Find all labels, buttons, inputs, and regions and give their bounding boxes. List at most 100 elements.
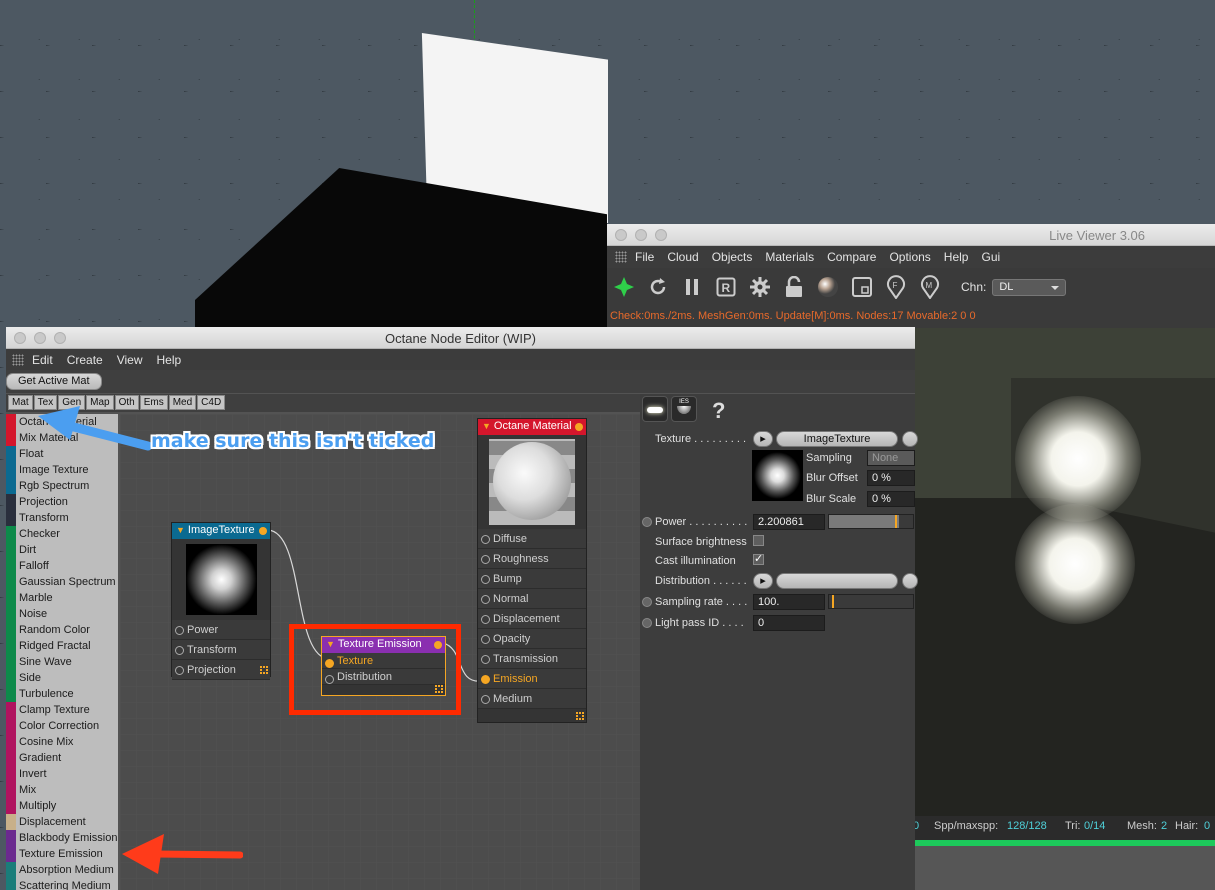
- resize-handle-icon[interactable]: [576, 712, 584, 720]
- node-list-item[interactable]: Turbulence: [6, 686, 118, 702]
- node-header[interactable]: ▼ Octane Material: [478, 419, 586, 435]
- surface-brightness-checkbox[interactable]: [753, 535, 764, 546]
- node-list-item[interactable]: Random Color: [6, 622, 118, 638]
- channel-dropdown[interactable]: DL: [992, 278, 1067, 296]
- node-list-item[interactable]: Sine Wave: [6, 654, 118, 670]
- pin-m-icon[interactable]: M: [917, 274, 943, 300]
- node-list-item[interactable]: Projection: [6, 494, 118, 510]
- node-list-item[interactable]: Noise: [6, 606, 118, 622]
- node-list-item[interactable]: Side: [6, 670, 118, 686]
- help-icon[interactable]: ?: [712, 398, 725, 424]
- distribution-link-button[interactable]: [776, 573, 898, 589]
- texture-arrow-button[interactable]: ▸: [753, 431, 773, 447]
- distribution-extra-button[interactable]: [902, 573, 918, 589]
- menu-materials[interactable]: Materials: [765, 250, 814, 264]
- node-list-item[interactable]: Rgb Spectrum: [6, 478, 118, 494]
- grip-icon[interactable]: [615, 251, 627, 263]
- resize-handle-icon[interactable]: [260, 666, 268, 674]
- light-pass-field[interactable]: 0: [753, 615, 825, 631]
- pin-f-icon[interactable]: F: [883, 274, 909, 300]
- pause-icon[interactable]: [679, 274, 705, 300]
- light-pass-anim-icon[interactable]: [642, 618, 652, 628]
- distribution-arrow-button[interactable]: ▸: [753, 573, 773, 589]
- blur-offset-field[interactable]: 0 %: [867, 470, 915, 486]
- output-port-icon[interactable]: [259, 527, 267, 535]
- sampling-rate-field[interactable]: 100.: [753, 594, 825, 610]
- cast-illumination-checkbox[interactable]: ✓: [753, 554, 764, 565]
- node-list-item[interactable]: Clamp Texture: [6, 702, 118, 718]
- menu-edit[interactable]: Edit: [32, 353, 53, 367]
- power-slider[interactable]: [828, 514, 914, 529]
- ies-light-icon[interactable]: IES: [671, 396, 697, 422]
- node-list-item[interactable]: Marble: [6, 590, 118, 606]
- menu-gui[interactable]: Gui: [981, 250, 1000, 264]
- menu-options[interactable]: Options: [889, 250, 930, 264]
- viewport-icon[interactable]: [849, 274, 875, 300]
- region-render-icon[interactable]: R: [713, 274, 739, 300]
- node-list-item[interactable]: Texture Emission: [6, 846, 118, 862]
- tab-med[interactable]: Med: [168, 395, 197, 410]
- node-list-item[interactable]: Falloff: [6, 558, 118, 574]
- sampling-rate-slider[interactable]: [828, 594, 914, 609]
- node-header[interactable]: ▼ ImageTexture: [172, 523, 270, 539]
- node-editor-titlebar[interactable]: Octane Node Editor (WIP): [6, 327, 915, 349]
- node-list-item[interactable]: Checker: [6, 526, 118, 542]
- node-list-item[interactable]: Invert: [6, 766, 118, 782]
- port-medium[interactable]: Medium: [478, 689, 586, 709]
- power-anim-icon[interactable]: [642, 517, 652, 527]
- node-list-item[interactable]: Scattering Medium: [6, 878, 118, 890]
- octane-logo-icon[interactable]: [611, 274, 637, 300]
- collapse-icon[interactable]: ▼: [176, 523, 185, 538]
- minimize-icon[interactable]: [635, 229, 647, 241]
- menu-file[interactable]: File: [635, 250, 654, 264]
- node-list-item[interactable]: Absorption Medium: [6, 862, 118, 878]
- octane-material-node[interactable]: ▼ Octane Material Diffuse Roughness Bump …: [477, 418, 587, 723]
- emission-light-icon[interactable]: [642, 396, 668, 422]
- port-displacement[interactable]: Displacement: [478, 609, 586, 629]
- image-texture-node[interactable]: ▼ ImageTexture Power Transform Projection: [171, 522, 271, 680]
- tab-c4d[interactable]: C4D: [197, 395, 226, 410]
- collapse-icon[interactable]: ▼: [482, 419, 491, 434]
- menu-create[interactable]: Create: [67, 353, 103, 367]
- tab-mat[interactable]: Mat: [8, 395, 33, 410]
- zoom-icon[interactable]: [655, 229, 667, 241]
- port-bump[interactable]: Bump: [478, 569, 586, 589]
- sampling-rate-anim-icon[interactable]: [642, 597, 652, 607]
- output-port-icon[interactable]: [575, 423, 583, 431]
- port-opacity[interactable]: Opacity: [478, 629, 586, 649]
- port-transmission[interactable]: Transmission: [478, 649, 586, 669]
- port-roughness[interactable]: Roughness: [478, 549, 586, 569]
- texture-link-button[interactable]: ImageTexture: [776, 431, 898, 447]
- node-list-item[interactable]: Color Correction: [6, 718, 118, 734]
- node-list-item[interactable]: Transform: [6, 510, 118, 526]
- menu-cloud[interactable]: Cloud: [667, 250, 698, 264]
- node-list-item[interactable]: Gradient: [6, 750, 118, 766]
- node-list-item[interactable]: Gaussian Spectrum: [6, 574, 118, 590]
- node-list-item[interactable]: Cosine Mix: [6, 734, 118, 750]
- port-diffuse[interactable]: Diffuse: [478, 529, 586, 549]
- port-projection[interactable]: Projection: [172, 660, 270, 680]
- sampling-field[interactable]: None: [867, 450, 915, 466]
- node-list-item[interactable]: Ridged Fractal: [6, 638, 118, 654]
- grip-icon[interactable]: [12, 353, 24, 366]
- close-icon[interactable]: [615, 229, 627, 241]
- menu-view[interactable]: View: [117, 353, 143, 367]
- unlock-icon[interactable]: [781, 274, 807, 300]
- texture-extra-button[interactable]: [902, 431, 918, 447]
- node-list-item[interactable]: Blackbody Emission: [6, 830, 118, 846]
- node-list-item[interactable]: Dirt: [6, 542, 118, 558]
- menu-compare[interactable]: Compare: [827, 250, 876, 264]
- live-viewer-titlebar[interactable]: Live Viewer 3.06: [607, 224, 1215, 246]
- get-active-mat-button[interactable]: Get Active Mat: [6, 373, 102, 390]
- port-power[interactable]: Power: [172, 620, 270, 640]
- blur-scale-field[interactable]: 0 %: [867, 491, 915, 507]
- port-transform[interactable]: Transform: [172, 640, 270, 660]
- port-emission[interactable]: Emission: [478, 669, 586, 689]
- node-list-item[interactable]: Mix: [6, 782, 118, 798]
- settings-gear-icon[interactable]: [747, 274, 773, 300]
- menu-help[interactable]: Help: [157, 353, 182, 367]
- node-list-item[interactable]: Displacement: [6, 814, 118, 830]
- menu-objects[interactable]: Objects: [712, 250, 753, 264]
- material-sphere-icon[interactable]: [815, 274, 841, 300]
- port-normal[interactable]: Normal: [478, 589, 586, 609]
